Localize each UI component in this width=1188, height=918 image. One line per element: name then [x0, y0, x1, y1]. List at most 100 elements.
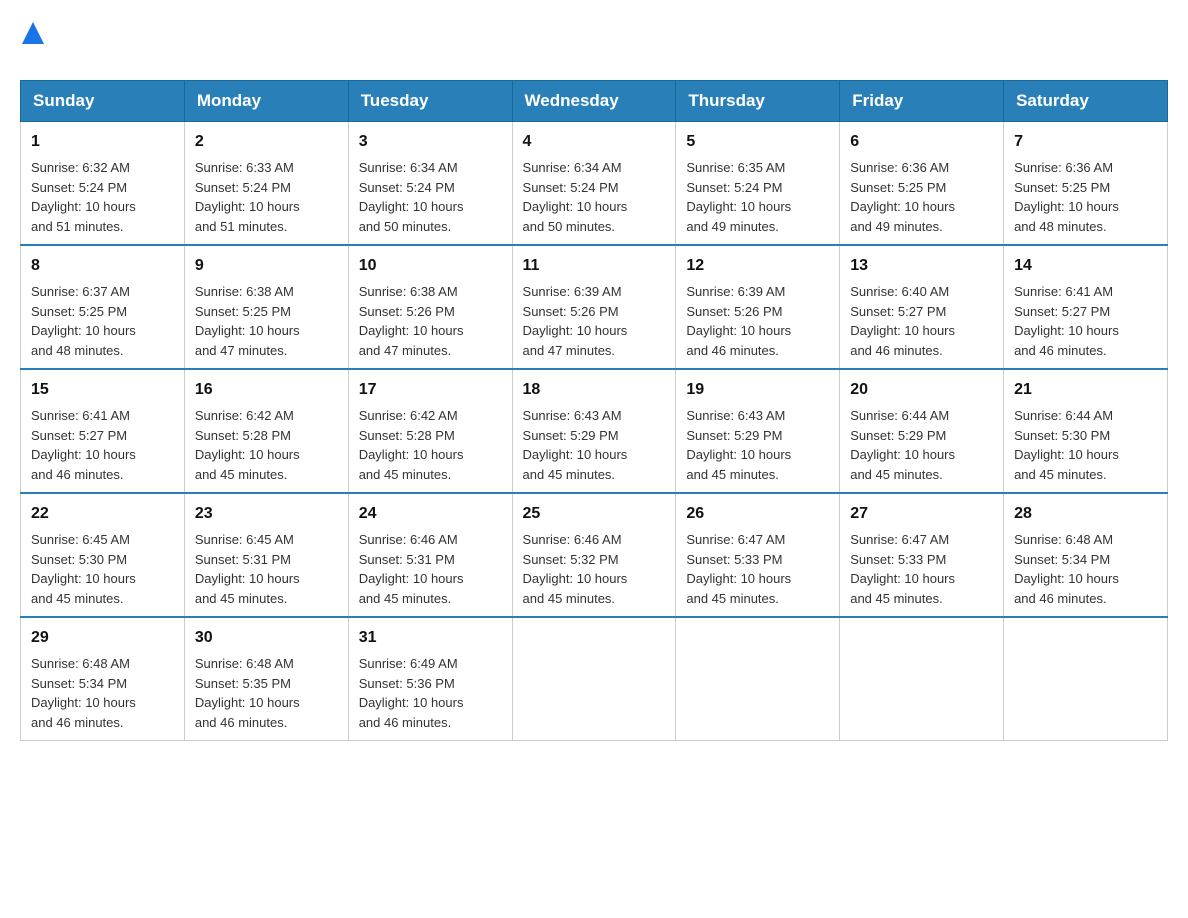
logo — [20, 20, 44, 70]
day-info: Sunrise: 6:35 AMSunset: 5:24 PMDaylight:… — [686, 158, 829, 236]
calendar-day-cell: 8 Sunrise: 6:37 AMSunset: 5:25 PMDaylight… — [21, 245, 185, 369]
calendar-day-cell: 29 Sunrise: 6:48 AMSunset: 5:34 PMDayligh… — [21, 617, 185, 741]
column-header-tuesday: Tuesday — [348, 81, 512, 122]
calendar-day-cell: 18 Sunrise: 6:43 AMSunset: 5:29 PMDayligh… — [512, 369, 676, 493]
day-info: Sunrise: 6:36 AMSunset: 5:25 PMDaylight:… — [1014, 158, 1157, 236]
day-info: Sunrise: 6:33 AMSunset: 5:24 PMDaylight:… — [195, 158, 338, 236]
column-header-friday: Friday — [840, 81, 1004, 122]
day-info: Sunrise: 6:46 AMSunset: 5:32 PMDaylight:… — [523, 530, 666, 608]
calendar-day-cell: 19Sunrise: 6:43 AMSunset: 5:29 PMDayligh… — [676, 369, 840, 493]
calendar-day-cell: 31Sunrise: 6:49 AMSunset: 5:36 PMDayligh… — [348, 617, 512, 741]
day-info: Sunrise: 6:38 AMSunset: 5:26 PMDaylight:… — [359, 282, 502, 360]
day-info: Sunrise: 6:48 AMSunset: 5:34 PMDaylight:… — [31, 654, 174, 732]
column-header-monday: Monday — [184, 81, 348, 122]
day-number: 22 — [31, 502, 174, 526]
day-info: Sunrise: 6:34 AMSunset: 5:24 PMDaylight:… — [523, 158, 666, 236]
logo-triangle-icon — [22, 22, 44, 44]
calendar-day-cell: 6 Sunrise: 6:36 AMSunset: 5:25 PMDaylight… — [840, 122, 1004, 246]
column-header-saturday: Saturday — [1004, 81, 1168, 122]
day-info: Sunrise: 6:32 AMSunset: 5:24 PMDaylight:… — [31, 158, 174, 236]
calendar-day-cell: 4 Sunrise: 6:34 AMSunset: 5:24 PMDaylight… — [512, 122, 676, 246]
calendar-day-cell: 22 Sunrise: 6:45 AMSunset: 5:30 PMDayligh… — [21, 493, 185, 617]
calendar-week-row: 1 Sunrise: 6:32 AMSunset: 5:24 PMDaylight… — [21, 122, 1168, 246]
calendar-day-cell: 13 Sunrise: 6:40 AMSunset: 5:27 PMDayligh… — [840, 245, 1004, 369]
column-header-wednesday: Wednesday — [512, 81, 676, 122]
day-info: Sunrise: 6:37 AMSunset: 5:25 PMDaylight:… — [31, 282, 174, 360]
calendar-table: SundayMondayTuesdayWednesdayThursdayFrid… — [20, 80, 1168, 741]
day-number: 28 — [1014, 502, 1157, 526]
calendar-day-cell: 23 Sunrise: 6:45 AMSunset: 5:31 PMDayligh… — [184, 493, 348, 617]
day-number: 14 — [1014, 254, 1157, 278]
day-number: 8 — [31, 254, 174, 278]
calendar-day-cell: 30 Sunrise: 6:48 AMSunset: 5:35 PMDayligh… — [184, 617, 348, 741]
day-info: Sunrise: 6:42 AMSunset: 5:28 PMDaylight:… — [359, 406, 502, 484]
day-number: 5 — [686, 130, 829, 154]
day-number: 25 — [523, 502, 666, 526]
day-number: 19 — [686, 378, 829, 402]
calendar-day-cell: 20 Sunrise: 6:44 AMSunset: 5:29 PMDayligh… — [840, 369, 1004, 493]
calendar-day-cell: 16 Sunrise: 6:42 AMSunset: 5:28 PMDayligh… — [184, 369, 348, 493]
header — [20, 20, 1168, 70]
day-info: Sunrise: 6:44 AMSunset: 5:29 PMDaylight:… — [850, 406, 993, 484]
day-info: Sunrise: 6:36 AMSunset: 5:25 PMDaylight:… — [850, 158, 993, 236]
calendar-day-cell: 2 Sunrise: 6:33 AMSunset: 5:24 PMDaylight… — [184, 122, 348, 246]
day-number: 13 — [850, 254, 993, 278]
calendar-day-cell: 17 Sunrise: 6:42 AMSunset: 5:28 PMDayligh… — [348, 369, 512, 493]
day-info: Sunrise: 6:46 AMSunset: 5:31 PMDaylight:… — [359, 530, 502, 608]
day-number: 30 — [195, 626, 338, 650]
day-info: Sunrise: 6:44 AMSunset: 5:30 PMDaylight:… — [1014, 406, 1157, 484]
day-number: 31 — [359, 626, 502, 650]
day-number: 3 — [359, 130, 502, 154]
calendar-header-row: SundayMondayTuesdayWednesdayThursdayFrid… — [21, 81, 1168, 122]
day-number: 9 — [195, 254, 338, 278]
calendar-day-cell: 24 Sunrise: 6:46 AMSunset: 5:31 PMDayligh… — [348, 493, 512, 617]
day-info: Sunrise: 6:42 AMSunset: 5:28 PMDaylight:… — [195, 406, 338, 484]
day-number: 23 — [195, 502, 338, 526]
day-number: 6 — [850, 130, 993, 154]
calendar-day-cell — [840, 617, 1004, 741]
day-info: Sunrise: 6:34 AMSunset: 5:24 PMDaylight:… — [359, 158, 502, 236]
day-info: Sunrise: 6:48 AMSunset: 5:35 PMDaylight:… — [195, 654, 338, 732]
day-number: 16 — [195, 378, 338, 402]
calendar-day-cell: 27Sunrise: 6:47 AMSunset: 5:33 PMDayligh… — [840, 493, 1004, 617]
day-number: 26 — [686, 502, 829, 526]
calendar-day-cell — [512, 617, 676, 741]
calendar-week-row: 15Sunrise: 6:41 AMSunset: 5:27 PMDayligh… — [21, 369, 1168, 493]
day-number: 2 — [195, 130, 338, 154]
calendar-day-cell: 15Sunrise: 6:41 AMSunset: 5:27 PMDayligh… — [21, 369, 185, 493]
day-number: 24 — [359, 502, 502, 526]
day-number: 7 — [1014, 130, 1157, 154]
day-info: Sunrise: 6:48 AMSunset: 5:34 PMDaylight:… — [1014, 530, 1157, 608]
calendar-day-cell: 3 Sunrise: 6:34 AMSunset: 5:24 PMDaylight… — [348, 122, 512, 246]
day-info: Sunrise: 6:43 AMSunset: 5:29 PMDaylight:… — [523, 406, 666, 484]
calendar-day-cell: 25 Sunrise: 6:46 AMSunset: 5:32 PMDayligh… — [512, 493, 676, 617]
calendar-day-cell: 1 Sunrise: 6:32 AMSunset: 5:24 PMDaylight… — [21, 122, 185, 246]
day-number: 1 — [31, 130, 174, 154]
day-number: 18 — [523, 378, 666, 402]
calendar-week-row: 29 Sunrise: 6:48 AMSunset: 5:34 PMDayligh… — [21, 617, 1168, 741]
calendar-day-cell: 12Sunrise: 6:39 AMSunset: 5:26 PMDayligh… — [676, 245, 840, 369]
day-number: 4 — [523, 130, 666, 154]
day-info: Sunrise: 6:41 AMSunset: 5:27 PMDaylight:… — [1014, 282, 1157, 360]
calendar-day-cell: 5 Sunrise: 6:35 AMSunset: 5:24 PMDaylight… — [676, 122, 840, 246]
day-number: 12 — [686, 254, 829, 278]
column-header-sunday: Sunday — [21, 81, 185, 122]
calendar-day-cell — [676, 617, 840, 741]
day-info: Sunrise: 6:47 AMSunset: 5:33 PMDaylight:… — [686, 530, 829, 608]
calendar-day-cell: 21 Sunrise: 6:44 AMSunset: 5:30 PMDayligh… — [1004, 369, 1168, 493]
day-info: Sunrise: 6:39 AMSunset: 5:26 PMDaylight:… — [523, 282, 666, 360]
calendar-day-cell: 14 Sunrise: 6:41 AMSunset: 5:27 PMDayligh… — [1004, 245, 1168, 369]
day-info: Sunrise: 6:45 AMSunset: 5:30 PMDaylight:… — [31, 530, 174, 608]
calendar-day-cell: 28 Sunrise: 6:48 AMSunset: 5:34 PMDayligh… — [1004, 493, 1168, 617]
calendar-day-cell: 9Sunrise: 6:38 AMSunset: 5:25 PMDaylight… — [184, 245, 348, 369]
calendar-week-row: 22 Sunrise: 6:45 AMSunset: 5:30 PMDayligh… — [21, 493, 1168, 617]
day-number: 17 — [359, 378, 502, 402]
day-info: Sunrise: 6:40 AMSunset: 5:27 PMDaylight:… — [850, 282, 993, 360]
day-info: Sunrise: 6:47 AMSunset: 5:33 PMDaylight:… — [850, 530, 993, 608]
calendar-day-cell — [1004, 617, 1168, 741]
day-info: Sunrise: 6:41 AMSunset: 5:27 PMDaylight:… — [31, 406, 174, 484]
day-number: 20 — [850, 378, 993, 402]
day-info: Sunrise: 6:45 AMSunset: 5:31 PMDaylight:… — [195, 530, 338, 608]
day-number: 21 — [1014, 378, 1157, 402]
day-number: 29 — [31, 626, 174, 650]
